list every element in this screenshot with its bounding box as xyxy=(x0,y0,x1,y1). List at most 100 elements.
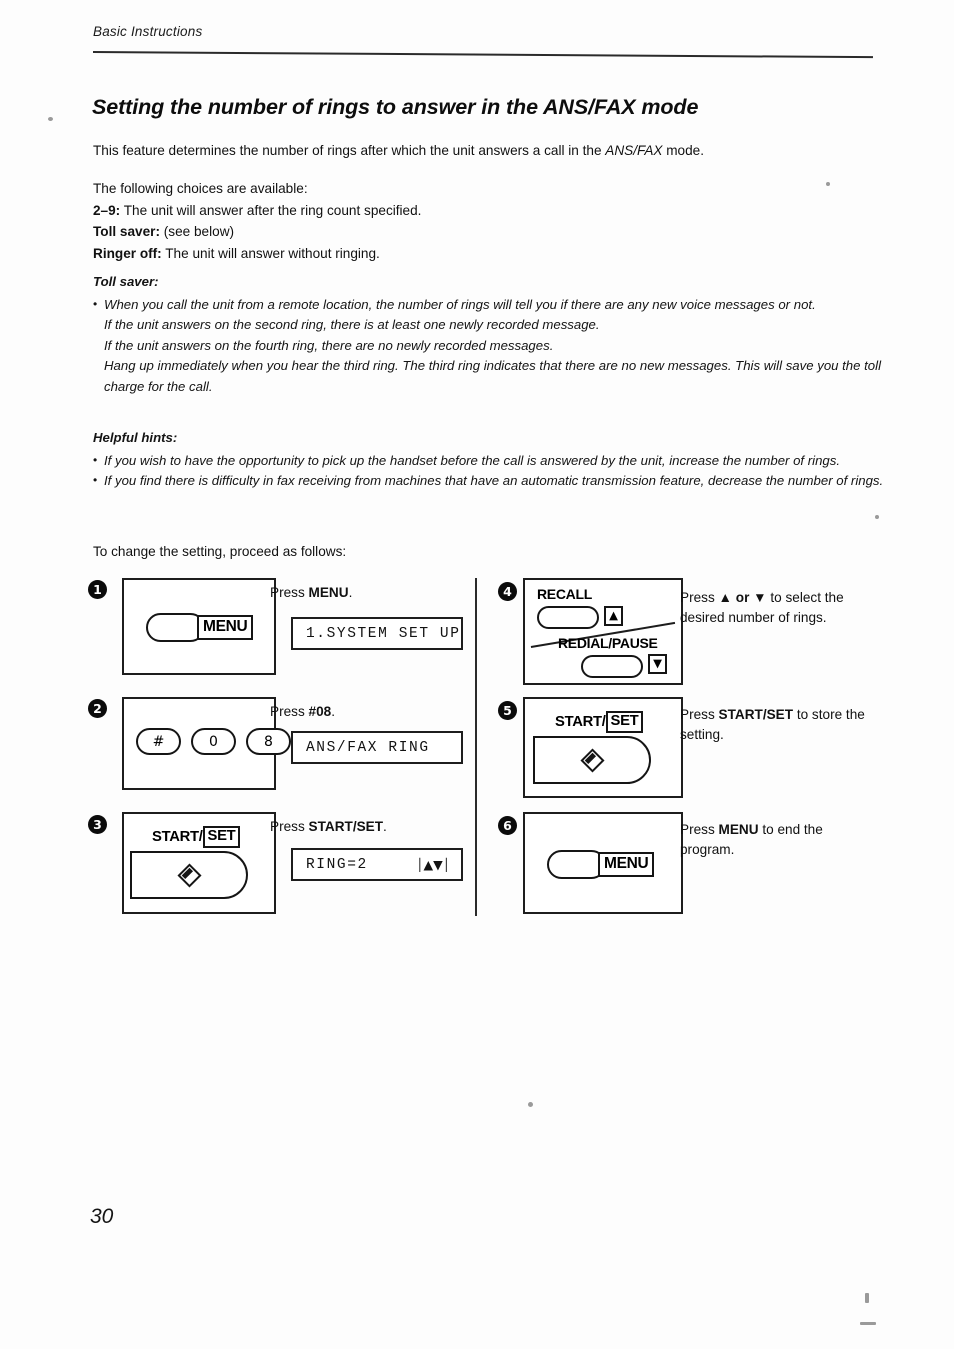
instruction-keyname: MENU xyxy=(718,822,759,837)
manual-page: Basic Instructions Setting the number of… xyxy=(0,0,954,1349)
set-label-box: SET xyxy=(605,711,644,733)
intro-paragraph: This feature determines the number of ri… xyxy=(93,143,704,158)
start-set-button[interactable] xyxy=(533,736,651,784)
display-text: 1.SYSTEM SET UP xyxy=(306,625,461,642)
display-text: ANS/FAX RING xyxy=(306,739,430,756)
scan-speck xyxy=(860,1322,876,1325)
column-divider xyxy=(475,578,477,916)
instruction-keyname: START/SET xyxy=(308,819,384,834)
choice-label: Ringer off: xyxy=(93,245,162,261)
page-title: Setting the number of rings to answer in… xyxy=(92,95,699,119)
step-5-instruction: Press START/SET to store the setting. xyxy=(680,705,865,745)
step-4-instruction: Press ▲ or ▼ to select the desired numbe… xyxy=(680,588,860,628)
toll-saver-line: Hang up immediately when you hear the th… xyxy=(104,358,881,394)
menu-key-label: MENU xyxy=(598,852,655,877)
choices-lead: The following choices are available: xyxy=(93,181,308,196)
set-label-box: SET xyxy=(202,826,241,848)
header-rule xyxy=(92,51,873,59)
step-6-instruction: Press MENU to end the program. xyxy=(680,820,870,860)
instruction-prefix: Press xyxy=(680,590,719,605)
toll-saver-line: If the unit answers on the second ring, … xyxy=(104,317,600,333)
choice-label: 2–9: xyxy=(93,202,121,218)
choice-item: Toll saver: (see below) xyxy=(93,221,421,243)
scan-speck xyxy=(528,1102,533,1107)
choice-item: 2–9: The unit will answer after the ring… xyxy=(93,200,421,222)
helpful-hint-bullet: If you wish to have the opportunity to p… xyxy=(93,450,903,472)
display-arrow-indicators: │▲▼│ xyxy=(416,857,450,872)
choice-label: Toll saver: xyxy=(93,224,160,239)
helpful-hints-section: Helpful hints: If you wish to have the o… xyxy=(93,428,903,492)
instruction-prefix: Press xyxy=(270,819,309,834)
menu-key-label: MENU xyxy=(197,615,254,640)
toll-saver-bullet: When you call the unit from a remote loc… xyxy=(93,294,893,316)
start-label: START/ xyxy=(152,829,203,845)
instruction-prefix: Press xyxy=(270,704,309,719)
step-number-badge: 2 xyxy=(88,699,107,718)
instruction-prefix: Press xyxy=(680,822,719,837)
step-number-badge: 5 xyxy=(498,701,517,720)
choice-text: (see below) xyxy=(163,224,235,239)
toll-saver-heading: Toll saver: xyxy=(93,274,159,289)
menu-key[interactable]: MENU xyxy=(547,850,655,879)
choices-list: The following choices are available: 2–9… xyxy=(93,178,421,264)
instruction-prefix: Press xyxy=(680,707,719,722)
page-number: 30 xyxy=(90,1205,114,1228)
start-set-label: START/SET xyxy=(555,711,651,733)
menu-key[interactable]: MENU xyxy=(146,613,254,642)
step-3-key-panel: START/SET xyxy=(122,812,276,914)
recall-key[interactable] xyxy=(537,606,599,629)
start-diamond-icon xyxy=(579,747,605,773)
step-5-key-panel: START/SET xyxy=(523,697,683,798)
instruction-keyname: #08 xyxy=(308,704,332,719)
toll-saver-section: Toll saver: When you call the unit from … xyxy=(93,272,893,398)
toll-saver-line: If the unit answers on the fourth ring, … xyxy=(104,337,554,353)
choice-item: Ringer off: The unit will answer without… xyxy=(93,243,421,265)
arrow-glyphs-icon: ▲▼ xyxy=(423,857,443,872)
instruction-suffix: . xyxy=(348,585,353,600)
eight-key[interactable]: 8 xyxy=(246,728,291,755)
redial-pause-label: REDIAL/PAUSE xyxy=(558,635,658,651)
choice-text: The unit will answer without ringing. xyxy=(165,245,380,261)
recall-label: RECALL xyxy=(537,586,592,602)
step-number-badge: 1 xyxy=(88,580,107,599)
display-text: RING=2 xyxy=(306,856,368,873)
scan-speck xyxy=(826,182,830,186)
step-2-instruction: Press #08. xyxy=(270,702,430,722)
step-1-instruction: Press MENU. xyxy=(270,583,430,603)
step-6-key-panel: MENU xyxy=(523,812,683,914)
hash-key[interactable]: # xyxy=(136,728,181,755)
start-set-label: START/SET xyxy=(152,826,248,848)
intro-text-before: This feature determines the number of ri… xyxy=(93,143,606,158)
start-set-key[interactable]: START/SET xyxy=(130,826,248,899)
zero-key[interactable]: 0 xyxy=(191,728,236,755)
step-3-instruction: Press START/SET. xyxy=(270,817,450,837)
step-4-key-panel: RECALL ▲ REDIAL/PAUSE ▼ xyxy=(523,578,683,685)
instruction-suffix: . xyxy=(331,704,335,719)
up-arrow-icon[interactable]: ▲ xyxy=(604,606,623,626)
step-number-badge: 3 xyxy=(88,815,107,834)
step-number-badge: 4 xyxy=(498,582,517,601)
instruction-keyname: START/SET xyxy=(718,707,794,722)
redial-pause-key[interactable] xyxy=(581,655,643,678)
instruction-prefix: Press xyxy=(270,585,309,600)
step-2-key-panel: # 0 8 xyxy=(122,697,291,790)
scan-speck xyxy=(875,515,879,519)
choice-text: The unit will answer after the ring coun… xyxy=(123,202,422,218)
helpful-hints-heading: Helpful hints: xyxy=(93,430,178,445)
arrow-bracket-left: │ xyxy=(416,858,424,872)
down-arrow-icon[interactable]: ▼ xyxy=(648,654,667,674)
step-1-key-panel: MENU xyxy=(122,578,276,675)
helpful-hint-bullet: If you find there is difficulty in fax r… xyxy=(93,470,903,492)
scan-speck xyxy=(48,117,53,121)
start-diamond-icon xyxy=(176,862,202,888)
step-number-badge: 6 xyxy=(498,816,517,835)
intro-emphasis: ANS/FAX xyxy=(605,143,663,158)
arrow-bracket-right: │ xyxy=(442,858,450,872)
start-set-button[interactable] xyxy=(130,851,248,899)
step-1-display: 1.SYSTEM SET UP xyxy=(291,617,463,650)
numeric-keys: # 0 8 xyxy=(136,728,291,755)
instruction-keyname: ▲ or ▼ xyxy=(718,590,767,605)
procedure-lead: To change the setting, proceed as follow… xyxy=(93,544,347,559)
step-2-display: ANS/FAX RING xyxy=(291,731,463,764)
start-set-key[interactable]: START/SET xyxy=(533,711,651,784)
